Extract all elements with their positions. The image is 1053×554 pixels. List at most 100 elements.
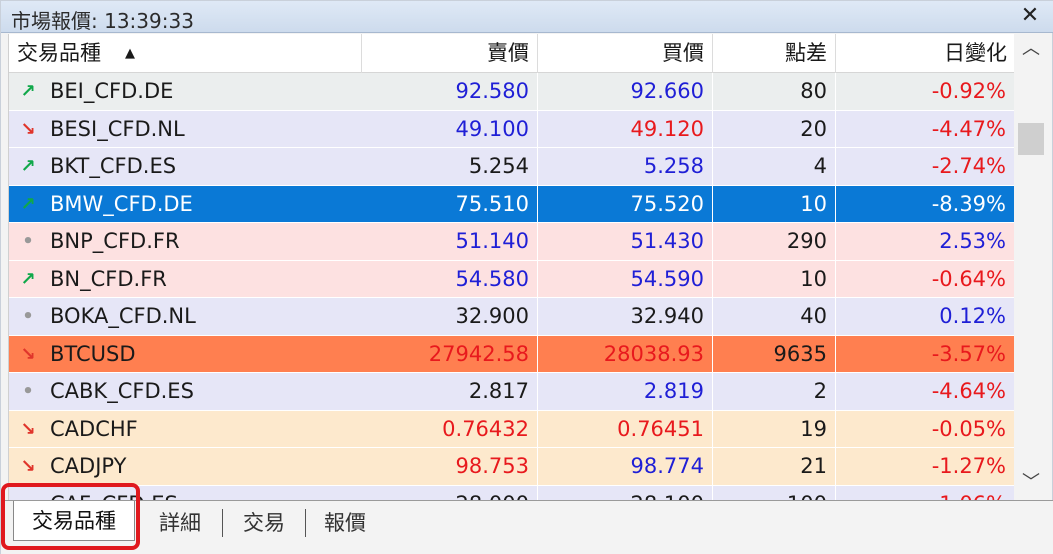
symbol-cell: BEI_CFD.DE — [50, 79, 174, 103]
spread-cell: 4 — [713, 148, 836, 185]
trend-up-icon: ↗ — [20, 268, 36, 290]
bottom-tab-bar: 交易品種 詳細 交易 報價 — [1, 500, 1053, 554]
symbol-cell: CADJPY — [50, 454, 127, 478]
tab-trading[interactable]: 交易 — [231, 505, 297, 541]
bid-cell: 0.76432 — [362, 410, 538, 448]
symbol-cell: CADCHF — [50, 416, 138, 441]
trend-down-icon: ↘ — [20, 456, 36, 477]
ask-cell: 75.520 — [538, 185, 713, 223]
spread-cell: 21 — [713, 448, 836, 485]
table-row[interactable]: ↘ BESI_CFD.NL 49.100 49.120 20 -4.47% — [9, 110, 1014, 148]
bid-cell: 51.140 — [362, 223, 538, 260]
table-row[interactable]: • BNP_CFD.FR 51.140 51.430 290 2.53% — [9, 223, 1014, 261]
table-row[interactable]: • BOKA_CFD.NL 32.900 32.940 40 0.12% — [9, 298, 1014, 336]
column-header-daily-change[interactable]: 日變化 — [836, 34, 1014, 73]
column-header-symbol[interactable]: 交易品種 ▲ — [9, 34, 362, 73]
tab-ticks[interactable]: 報價 — [312, 505, 378, 541]
table-row[interactable]: ↘ BTCUSD 27942.58 28038.93 9635 -3.57% — [9, 335, 1014, 373]
table-row[interactable]: ↗ BEI_CFD.DE 92.580 92.660 80 -0.92% — [9, 73, 1014, 111]
bid-cell: 32.900 — [362, 298, 538, 335]
sort-ascending-icon: ▲ — [125, 46, 135, 61]
trend-down-icon: ↘ — [20, 118, 36, 140]
daily-change-cell: -2.74% — [836, 148, 1014, 185]
scrollbar-thumb[interactable] — [1018, 123, 1044, 155]
ask-cell: 32.940 — [538, 298, 713, 335]
daily-change-cell: -0.05% — [836, 411, 1014, 448]
daily-change-cell: 0.12% — [836, 298, 1014, 335]
bid-cell: 5.254 — [362, 148, 538, 185]
daily-change-cell: -0.64% — [836, 261, 1014, 298]
spread-cell: 40 — [713, 298, 836, 335]
spread-cell: 10 — [713, 185, 836, 223]
trend-up-icon: ↗ — [20, 156, 36, 177]
bid-cell: 49.100 — [362, 110, 538, 148]
ask-cell: 28038.93 — [538, 335, 713, 373]
trend-neutral-icon: • — [22, 231, 34, 252]
symbol-cell: BNP_CFD.FR — [50, 229, 180, 253]
table-header: 交易品種 ▲ 賣價 買價 點差 日變化 — [9, 34, 1014, 73]
symbol-cell: CAF_CFD.ES — [50, 486, 178, 501]
ask-cell: 28.100 — [538, 485, 713, 500]
symbol-cell: CABK_CFD.ES — [50, 379, 194, 403]
table-row[interactable]: ↗ BKT_CFD.ES 5.254 5.258 4 -2.74% — [9, 148, 1014, 186]
spread-cell: 19 — [713, 410, 836, 448]
daily-change-cell: -3.57% — [836, 336, 1014, 373]
close-icon[interactable]: ✕ — [1018, 4, 1042, 28]
column-header-bid[interactable]: 賣價 — [362, 34, 538, 73]
table-row[interactable]: • CABK_CFD.ES 2.817 2.819 2 -4.64% — [9, 373, 1014, 411]
trend-neutral-icon: • — [22, 381, 34, 402]
trend-up-icon: ↗ — [20, 193, 36, 215]
symbol-cell: BN_CFD.FR — [50, 266, 167, 291]
ask-cell: 0.76451 — [538, 410, 713, 448]
market-watch-window: 市場報價: 13:39:33 ✕ 交易品種 ▲ 賣價 買價 點差 日變化 ↗ BEI… — [0, 0, 1053, 554]
column-header-ask[interactable]: 買價 — [538, 34, 713, 73]
spread-cell: 20 — [713, 110, 836, 148]
table-row[interactable]: ↘ CADCHF 0.76432 0.76451 19 -0.05% — [9, 410, 1014, 448]
tab-symbols[interactable]: 交易品種 — [13, 501, 135, 541]
ask-cell: 54.590 — [538, 260, 713, 298]
ask-cell: 5.258 — [538, 148, 713, 185]
ask-cell: 2.819 — [538, 373, 713, 410]
spread-cell: 10 — [713, 260, 836, 298]
scroll-up-icon[interactable]: ︿ — [1014, 34, 1048, 64]
tab-details[interactable]: 詳細 — [147, 505, 213, 541]
bid-cell: 54.580 — [362, 260, 538, 298]
bid-cell: 28.000 — [362, 485, 538, 500]
window-title: 市場報價: 13:39:33 — [11, 9, 194, 33]
ask-cell: 49.120 — [538, 110, 713, 148]
trend-neutral-icon: • — [22, 306, 34, 327]
spread-cell: 290 — [713, 223, 836, 260]
symbol-cell: BESI_CFD.NL — [50, 116, 185, 141]
spread-cell: 100 — [713, 485, 836, 500]
bid-cell: 27942.58 — [362, 335, 538, 373]
spread-cell: 9635 — [713, 335, 836, 373]
ask-cell: 98.774 — [538, 448, 713, 485]
ask-cell: 92.660 — [538, 73, 713, 110]
table-row[interactable]: ↗ BN_CFD.FR 54.580 54.590 10 -0.64% — [9, 260, 1014, 298]
bid-cell: 75.510 — [362, 185, 538, 223]
bid-cell: 92.580 — [362, 73, 538, 110]
bid-cell: 98.753 — [362, 448, 538, 485]
daily-change-cell: -4.64% — [836, 373, 1014, 410]
daily-change-cell: -4.47% — [836, 111, 1014, 148]
trend-neutral-icon: • — [17, 486, 39, 501]
daily-change-cell: -1.06% — [836, 486, 1014, 501]
tab-divider — [305, 509, 306, 537]
daily-change-cell: 2.53% — [836, 223, 1014, 260]
daily-change-cell: -1.27% — [836, 448, 1014, 485]
tab-divider — [222, 509, 223, 537]
bid-cell: 2.817 — [362, 373, 538, 410]
ask-cell: 51.430 — [538, 223, 713, 260]
title-bar[interactable]: 市場報價: 13:39:33 ✕ — [1, 1, 1053, 33]
table-row[interactable]: • CAF_CFD.ES 28.00028.100100-1.06% — [9, 485, 1014, 501]
scroll-down-icon[interactable]: ﹀ — [1014, 468, 1048, 498]
trend-down-icon: ↘ — [20, 418, 36, 440]
symbol-cell: BTCUSD — [50, 341, 136, 366]
column-header-spread[interactable]: 點差 — [713, 34, 836, 73]
symbol-cell: BKT_CFD.ES — [50, 154, 177, 178]
symbol-cell: BOKA_CFD.NL — [50, 304, 196, 328]
vertical-scrollbar[interactable]: ︿ ﹀ — [1014, 34, 1048, 500]
table-row[interactable]: ↘ CADJPY 98.753 98.774 21 -1.27% — [9, 448, 1014, 486]
table-row[interactable]: ↗ BMW_CFD.DE 75.510 75.520 10 -8.39% — [9, 185, 1014, 223]
daily-change-cell: -8.39% — [836, 186, 1014, 223]
